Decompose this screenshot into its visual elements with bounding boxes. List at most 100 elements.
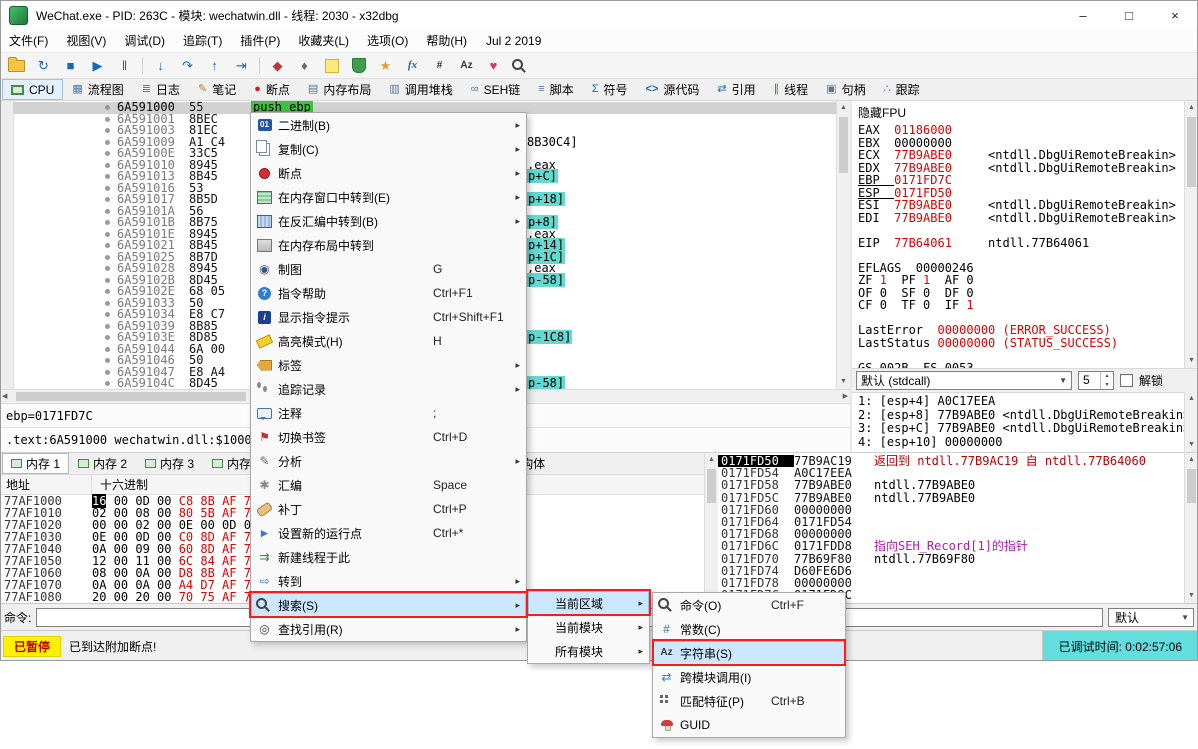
breakpoint-dot[interactable] (97, 220, 117, 225)
tab-source[interactable]: <>源代码 (637, 79, 709, 100)
tab-handles[interactable]: ▣句柄 (817, 79, 874, 100)
menuitem-guid[interactable]: GUID (653, 713, 845, 737)
menuitem-follow-in-dump[interactable]: 在内存窗口中转到(E)▸ (251, 185, 526, 209)
open-file-button[interactable] (4, 55, 29, 77)
tab-script[interactable]: ≡脚本 (529, 79, 582, 100)
arg-count-stepper[interactable]: 5 ▲▼ (1078, 371, 1114, 390)
menuitem-breakpoint[interactable]: 断点▸ (251, 161, 526, 185)
stack-row[interactable]: 0171FD6000000000 (718, 504, 1184, 516)
stack-view[interactable]: 0171FD5077B9AC19返回到 ntdll.77B9AC19 自 ntd… (718, 452, 1184, 603)
maximize-button[interactable]: □ (1106, 0, 1152, 30)
menuitem-show-mnemonic-brief[interactable]: i显示指令提示Ctrl+Shift+F1 (251, 305, 526, 329)
registers-scrollbar[interactable] (1184, 101, 1198, 368)
menubar-item[interactable]: 视图(V) (57, 30, 115, 52)
breakpoint-dot[interactable] (97, 289, 117, 294)
breakpoint-dot[interactable] (97, 255, 117, 260)
arguments-scrollbar[interactable] (1184, 392, 1198, 452)
menuitem-set-new-origin[interactable]: ►设置新的运行点Ctrl+* (251, 521, 526, 545)
execute-till-return-button[interactable]: ↑ (202, 55, 227, 77)
menuitem-trace-record[interactable]: 追踪记录▸ (251, 377, 526, 401)
menubar-item[interactable]: 文件(F) (0, 30, 57, 52)
unlock-checkbox[interactable] (1120, 374, 1133, 387)
hide-fpu-button[interactable]: 隐藏FPU (858, 104, 1184, 121)
preferences-button[interactable]: ◆ (265, 55, 290, 77)
breakpoint-dot[interactable] (97, 151, 117, 156)
dump-tab[interactable]: 内存 1 (2, 453, 69, 474)
menubar-item[interactable]: 收藏夹(L) (289, 30, 358, 52)
tab-symbols[interactable]: Σ符号 (583, 79, 637, 100)
search-button[interactable] (508, 55, 533, 77)
restart-button[interactable]: ↻ (31, 55, 56, 77)
minimize-button[interactable]: – (1060, 0, 1106, 30)
tab-trace[interactable]: ∴跟踪 (875, 79, 929, 100)
dump-tab[interactable]: 内存 3 (136, 453, 203, 474)
menuitem-graph[interactable]: ◉制图G (251, 257, 526, 281)
step-into-button[interactable]: ↓ (148, 55, 173, 77)
stack-scrollbar[interactable] (1184, 452, 1198, 603)
menuitem-instruction-help[interactable]: ?指令帮助Ctrl+F1 (251, 281, 526, 305)
patches-shield-button[interactable] (346, 55, 371, 77)
command-profile-dropdown[interactable]: 默认 ▼ (1108, 608, 1194, 627)
breakpoint-dot[interactable] (97, 117, 117, 122)
breakpoint-dot[interactable] (97, 370, 117, 375)
tab-breakpoints[interactable]: ●断点 (245, 79, 299, 100)
menuitem-constant[interactable]: #常数(C) (653, 617, 845, 641)
breakpoint-dot[interactable] (97, 347, 117, 352)
stack-row[interactable]: 0171FD74D60FE6D6 (718, 565, 1184, 577)
menuitem-command[interactable]: 命令(O)Ctrl+F (653, 593, 845, 617)
tab-references[interactable]: ⇄引用 (708, 79, 764, 100)
breakpoint-dot[interactable] (97, 163, 117, 168)
breakpoint-dot[interactable] (97, 140, 117, 145)
tab-call-stack[interactable]: ▥调用堆栈 (380, 79, 461, 100)
calculator-fx-button[interactable]: fx (400, 55, 425, 77)
stack-row[interactable]: 0171FD6C0171FDD8指向SEH_Record[1]的指针 (718, 540, 1184, 552)
menuitem-binary[interactable]: 01二进制(B)▸ (251, 113, 526, 137)
dump-tab[interactable]: 内存 2 (69, 453, 136, 474)
menuitem-pattern[interactable]: 匹配特征(P)Ctrl+B (653, 689, 845, 713)
menubar-item[interactable]: 插件(P) (231, 30, 289, 52)
breakpoint-dot[interactable] (97, 186, 117, 191)
menuitem-toggle-bookmark[interactable]: ⚑切换书签Ctrl+D (251, 425, 526, 449)
breakpoint-dot[interactable] (97, 278, 117, 283)
breakpoint-dot[interactable] (97, 197, 117, 202)
tab-log[interactable]: ≣日志 (133, 79, 189, 100)
breakpoint-dot[interactable] (97, 105, 117, 110)
menubar-item[interactable]: 选项(O) (358, 30, 417, 52)
menuitem-all-modules[interactable]: 所有模块▸ (528, 639, 649, 663)
run-to-user-code-button[interactable]: ⇥ (229, 55, 254, 77)
menuitem-highlighting-mode[interactable]: 高亮模式(H)H (251, 329, 526, 353)
run-button[interactable]: ▶ (85, 55, 110, 77)
strings-az-button[interactable]: Az (454, 55, 479, 77)
notes-button[interactable] (319, 55, 344, 77)
stack-row[interactable]: 0171FD7077B69F80ntdll.77B69F80 (718, 553, 1184, 565)
breakpoint-dot[interactable] (97, 243, 117, 248)
menuitem-goto[interactable]: ⇨转到▸ (251, 569, 526, 593)
menuitem-intermodular-calls[interactable]: ⇄跨模块调用(I) (653, 665, 845, 689)
stack-row[interactable]: 0171FD5C77B9ABE0ntdll.77B9ABE0 (718, 492, 1184, 504)
menuitem-assemble[interactable]: ✱汇编Space (251, 473, 526, 497)
close-button[interactable]: × (1152, 0, 1198, 30)
disasm-vertical-scrollbar[interactable] (836, 101, 850, 389)
favourites-button[interactable]: ★ (373, 55, 398, 77)
tab-memory-map[interactable]: ▤内存布局 (299, 79, 380, 100)
menuitem-label[interactable]: 标签▸ (251, 353, 526, 377)
stop-button[interactable]: ■ (58, 55, 83, 77)
stack-row[interactable]: 0171FD7800000000 (718, 577, 1184, 589)
menuitem-current-region[interactable]: 当前区域▸ (528, 591, 649, 615)
tab-seh[interactable]: ∞SEH链 (462, 79, 530, 100)
breakpoint-dot[interactable] (97, 324, 117, 329)
step-over-button[interactable]: ↷ (175, 55, 200, 77)
arguments-panel[interactable]: 1: [esp+4] A0C17EEA2: [esp+8] 77B9ABE0 <… (852, 392, 1184, 452)
heart-button[interactable]: ♥ (481, 55, 506, 77)
stepper-arrows-icon[interactable]: ▲▼ (1100, 372, 1113, 389)
pause-button[interactable]: ‖ (112, 55, 137, 77)
menubar-item[interactable]: 追踪(T) (174, 30, 231, 52)
pattern-hash-button[interactable]: # (427, 55, 452, 77)
scales-button[interactable]: ♦ (292, 55, 317, 77)
stack-row[interactable]: 0171FD640171FD54 (718, 516, 1184, 528)
breakpoint-dot[interactable] (97, 174, 117, 179)
menubar-item[interactable]: 调试(D) (115, 30, 174, 52)
menuitem-find-references[interactable]: ◎查找引用(R)▸ (251, 617, 526, 641)
menuitem-search[interactable]: 搜索(S)▸ (251, 593, 526, 617)
breakpoint-dot[interactable] (97, 266, 117, 271)
